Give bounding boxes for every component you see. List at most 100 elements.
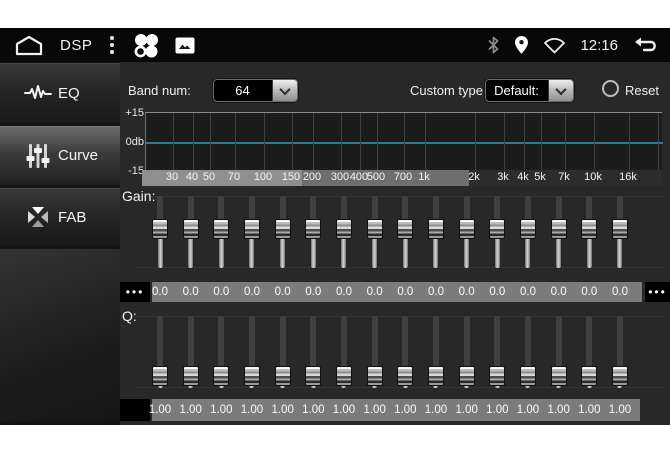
gain-slider[interactable] <box>428 196 444 268</box>
q-slider-thumb[interactable] <box>305 366 321 386</box>
overflow-menu-icon[interactable] <box>108 36 116 54</box>
gridline <box>425 113 426 170</box>
q-slider-thumb[interactable] <box>213 366 229 386</box>
q-slider-thumb[interactable] <box>397 366 413 386</box>
q-slider[interactable] <box>183 316 199 388</box>
gain-slider-thumb[interactable] <box>459 219 475 239</box>
gain-slider[interactable] <box>581 196 597 268</box>
bluetooth-icon <box>487 35 500 55</box>
location-icon <box>514 35 529 55</box>
q-slider-thumb[interactable] <box>367 366 383 386</box>
gain-slider-thumb[interactable] <box>275 219 291 239</box>
q-slider[interactable] <box>336 316 352 388</box>
gain-slider[interactable] <box>520 196 536 268</box>
gain-more-right-button[interactable]: ••• <box>645 282 670 302</box>
gain-slider-thumb[interactable] <box>367 219 383 239</box>
q-slider[interactable] <box>244 316 260 388</box>
gain-slider[interactable] <box>305 196 321 268</box>
gain-slider[interactable] <box>244 196 260 268</box>
gain-slider-thumb[interactable] <box>336 219 352 239</box>
gain-slider-thumb[interactable] <box>152 219 168 239</box>
gain-slider[interactable] <box>367 196 383 268</box>
gain-value: 0.0 <box>543 282 575 302</box>
q-slider[interactable] <box>213 316 229 388</box>
q-slider[interactable] <box>367 316 383 388</box>
gain-slider[interactable] <box>152 196 168 268</box>
gain-slider[interactable] <box>397 196 413 268</box>
q-slider[interactable] <box>489 316 505 388</box>
gain-slider-thumb[interactable] <box>581 219 597 239</box>
q-slider-thumb[interactable] <box>336 366 352 386</box>
sidebar-item-curve[interactable]: Curve <box>0 126 120 185</box>
gallery-icon[interactable] <box>175 37 195 54</box>
q-slider[interactable] <box>520 316 536 388</box>
q-value: 1.00 <box>205 399 237 421</box>
chevron-down-icon[interactable] <box>548 80 573 101</box>
q-slider[interactable] <box>581 316 597 388</box>
q-slider-thumb[interactable] <box>520 366 536 386</box>
q-slider[interactable] <box>459 316 475 388</box>
gain-slider[interactable] <box>275 196 291 268</box>
q-slider[interactable] <box>152 316 168 388</box>
gain-value: 0.0 <box>451 282 483 302</box>
gain-slider[interactable] <box>459 196 475 268</box>
freq-tick-label: 500 <box>361 171 391 183</box>
gridline <box>541 113 542 170</box>
q-slider[interactable] <box>551 316 567 388</box>
q-slider-thumb[interactable] <box>244 366 260 386</box>
gain-slider-thumb[interactable] <box>397 219 413 239</box>
gain-slider-thumb[interactable] <box>520 219 536 239</box>
q-slider-thumb[interactable] <box>489 366 505 386</box>
back-icon[interactable] <box>632 35 660 55</box>
q-slider-thumb[interactable] <box>275 366 291 386</box>
gain-slider-thumb[interactable] <box>213 219 229 239</box>
gridline <box>292 113 293 170</box>
home-icon[interactable] <box>14 34 44 56</box>
q-slider[interactable] <box>428 316 444 388</box>
gridline <box>360 113 361 170</box>
band-num-dropdown[interactable]: 64 <box>213 79 298 102</box>
gain-slider[interactable] <box>612 196 628 268</box>
gain-slider[interactable] <box>183 196 199 268</box>
gain-value: 0.0 <box>389 282 421 302</box>
reset-radio[interactable] <box>602 80 619 97</box>
gain-value: 0.0 <box>297 282 329 302</box>
gain-value: 0.0 <box>144 282 176 302</box>
q-slider-thumb[interactable] <box>428 366 444 386</box>
gain-slider-thumb[interactable] <box>489 219 505 239</box>
q-slider-thumb[interactable] <box>551 366 567 386</box>
q-slider-thumb[interactable] <box>581 366 597 386</box>
gridline <box>210 113 211 170</box>
gain-value: 0.0 <box>205 282 237 302</box>
q-slider[interactable] <box>305 316 321 388</box>
sidebar-item-fab[interactable]: FAB <box>0 188 120 246</box>
gain-slider[interactable] <box>213 196 229 268</box>
apps-clover-icon[interactable] <box>132 32 159 59</box>
gain-value-row: ••• ••• 0.00.00.00.00.00.00.00.00.00.00.… <box>120 282 670 302</box>
q-slider-thumb[interactable] <box>612 366 628 386</box>
gain-slider[interactable] <box>489 196 505 268</box>
gain-slider-thumb[interactable] <box>428 219 444 239</box>
gain-slider-thumb[interactable] <box>244 219 260 239</box>
q-slider[interactable] <box>275 316 291 388</box>
reset-label[interactable]: Reset <box>625 83 659 98</box>
gridline <box>475 113 476 170</box>
gridline <box>313 113 314 170</box>
gain-slider-thumb[interactable] <box>183 219 199 239</box>
gain-slider-thumb[interactable] <box>551 219 567 239</box>
q-slider-thumb[interactable] <box>183 366 199 386</box>
q-value: 1.00 <box>297 399 329 421</box>
custom-type-dropdown[interactable]: Default: <box>485 79 574 102</box>
chevron-down-icon[interactable] <box>272 80 297 101</box>
q-slider-thumb[interactable] <box>152 366 168 386</box>
q-slider-thumb[interactable] <box>459 366 475 386</box>
gain-slider[interactable] <box>336 196 352 268</box>
gain-slider-thumb[interactable] <box>305 219 321 239</box>
sidebar-item-eq[interactable]: EQ <box>0 63 120 123</box>
gain-value: 0.0 <box>420 282 452 302</box>
gain-slider[interactable] <box>551 196 567 268</box>
q-slider[interactable] <box>612 316 628 388</box>
q-slider[interactable] <box>397 316 413 388</box>
gain-slider-thumb[interactable] <box>612 219 628 239</box>
q-value: 1.00 <box>175 399 207 421</box>
